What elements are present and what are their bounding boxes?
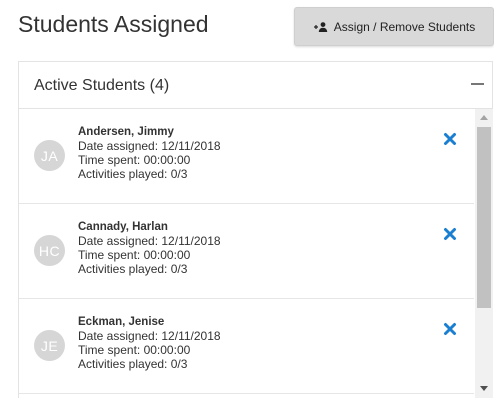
- time-spent: Time spent: 00:00:00: [78, 248, 191, 262]
- student-list: JA Andersen, Jimmy Date assigned: 12/11/…: [19, 109, 474, 398]
- panel-header: Active Students (4): [19, 62, 492, 109]
- remove-student-button[interactable]: [443, 132, 457, 146]
- avatar: HC: [34, 235, 65, 266]
- student-name: Cannady, Harlan: [78, 221, 168, 233]
- student-list-item: HC Cannady, Harlan Date assigned: 12/11/…: [19, 204, 474, 299]
- remove-student-button[interactable]: [443, 227, 457, 241]
- active-students-panel: Active Students (4) JA Andersen, Jimmy D…: [18, 61, 493, 398]
- student-info: Cannady, Harlan Date assigned: 12/11/201…: [78, 220, 221, 276]
- list-scrollbar[interactable]: [475, 109, 493, 398]
- scrollbar-thumb[interactable]: [477, 127, 491, 308]
- date-assigned: Date assigned: 12/11/2018: [78, 139, 221, 153]
- assign-remove-students-label: Assign / Remove Students: [333, 19, 476, 34]
- student-info: Andersen, Jimmy Date assigned: 12/11/201…: [78, 125, 221, 181]
- avatar: JA: [34, 140, 65, 171]
- close-icon: [444, 228, 456, 240]
- add-user-icon: [313, 21, 329, 33]
- scroll-down-arrow-icon[interactable]: [480, 386, 488, 391]
- close-icon: [444, 133, 456, 145]
- student-info: Eckman, Jenise Date assigned: 12/11/2018…: [78, 315, 221, 371]
- activities-played: Activities played: 0/3: [78, 357, 188, 371]
- time-spent: Time spent: 00:00:00: [78, 153, 191, 167]
- assign-remove-students-button[interactable]: Assign / Remove Students: [294, 7, 494, 46]
- student-name: Eckman, Jenise: [78, 316, 165, 328]
- collapse-button[interactable]: [468, 74, 486, 94]
- close-icon: [444, 323, 456, 335]
- student-name: Andersen, Jimmy: [78, 126, 174, 138]
- remove-student-button[interactable]: [443, 322, 457, 336]
- avatar: JE: [34, 330, 65, 361]
- page-title: Students Assigned: [18, 11, 209, 37]
- student-list-item: JE Eckman, Jenise Date assigned: 12/11/2…: [19, 299, 474, 394]
- activities-played: Activities played: 0/3: [78, 167, 188, 181]
- panel-title: Active Students (4): [34, 77, 170, 94]
- students-assigned-page: Students Assigned Assign / Remove Studen…: [0, 0, 494, 398]
- time-spent: Time spent: 00:00:00: [78, 343, 191, 357]
- date-assigned: Date assigned: 12/11/2018: [78, 329, 221, 343]
- activities-played: Activities played: 0/3: [78, 262, 188, 276]
- scroll-up-arrow-icon[interactable]: [480, 115, 488, 120]
- student-list-item: JA Andersen, Jimmy Date assigned: 12/11/…: [19, 109, 474, 204]
- minus-icon: [470, 83, 484, 85]
- date-assigned: Date assigned: 12/11/2018: [78, 234, 221, 248]
